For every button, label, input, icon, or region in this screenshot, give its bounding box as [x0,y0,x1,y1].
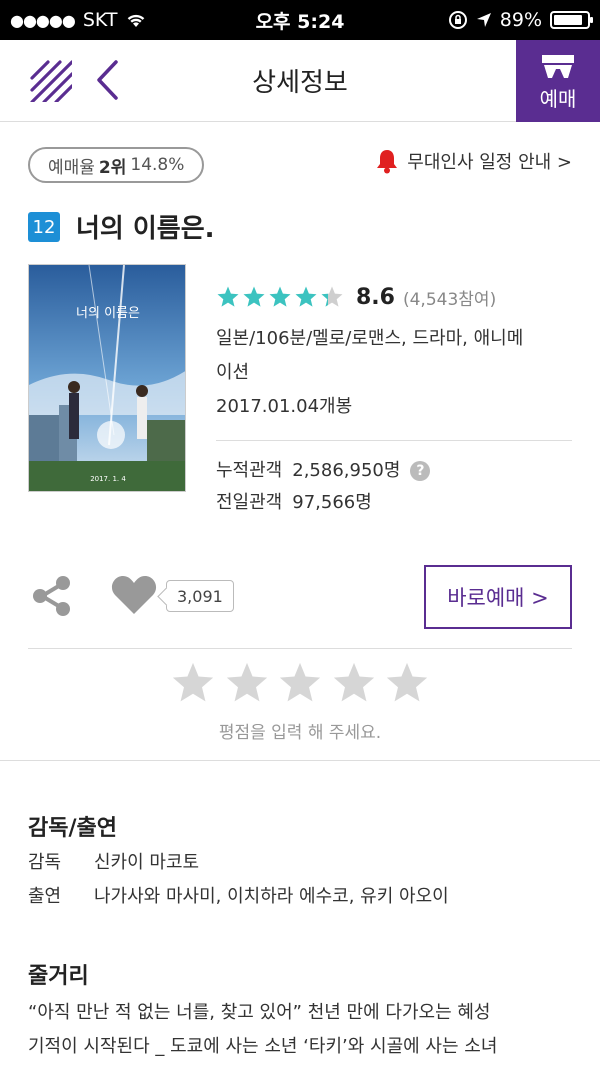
booking-rate-label: 예매율 [48,157,95,178]
rating-star-icon [269,286,291,307]
previous-day-value: 97,566명 [292,492,372,513]
director-row: 감독 신카이 마코토 [28,848,199,874]
details-divider [216,440,572,441]
rating-star-icon [217,286,239,307]
booking-rank: 2위 [98,157,127,178]
user-star-icon[interactable] [170,660,216,706]
status-right: 89% [448,9,593,31]
battery-icon [550,11,593,29]
cast-row: 출연 나가사와 마사미, 이치하라 에수코, 유키 아오이 [28,882,449,908]
genre-line-2: 이션 [216,362,250,383]
section-divider [0,760,600,761]
rating-star-icon [243,286,265,307]
heart-icon[interactable] [110,574,158,616]
rating-star-icon [295,286,317,307]
nav-bar: 상세정보 예매 [0,40,600,122]
rotation-lock-icon [448,11,467,29]
wifi-icon [128,14,145,27]
like-count: 3,091 [166,580,234,612]
stage-greeting-link[interactable]: 무대인사 일정 안내 > [375,148,572,174]
synopsis-line-1: “아직 만난 적 없는 너를, 찾고 있어” 천년 만에 다가오는 혜성 [28,1002,491,1023]
share-icon[interactable] [30,574,74,618]
booking-nav-label: 예매 [539,86,577,111]
rating-hint: 평점을 입력 해 주세요. [218,723,382,743]
rating-participants: (4,543참여) [402,289,497,310]
average-rating-stars [216,285,344,309]
cast-label: 출연 [28,886,62,907]
booking-rate-badge: 예매율 2위 14.8% [28,147,205,183]
genre-line-1: 일본/106분/멜로/로맨스, 드라마, 애니메 [216,328,524,349]
director-name: 신카이 마코토 [94,852,200,873]
rating-score: 8.6 [356,284,395,310]
synopsis-text: “아직 만난 적 없는 너를, 찾고 있어” 천년 만에 다가오는 혜성 기적이… [28,996,576,1064]
movie-poster[interactable]: 너의 이름은 2017. 1. 4 [28,264,186,492]
carrier-label: SKT [82,9,118,31]
age-rating-badge: 12 [28,212,60,242]
divider [28,648,572,649]
location-icon [476,13,491,27]
release-date: 2017.01.04개봉 [216,396,353,417]
status-left: ●●●●● SKT [10,9,147,31]
poster-date-text: 2017. 1. 4 [90,475,126,483]
cast-names: 나가사와 마사미, 이치하라 에수코, 유키 아오이 [94,886,449,907]
rating-row: 8.6 (4,543참여) [216,282,572,312]
movie-details: 8.6 (4,543참여) 일본/106분/멜로/로맨스, 드라마, 애니메 이… [216,282,572,519]
rating-star-icon [321,286,343,307]
poster-title-text: 너의 이름은 [76,306,140,321]
bell-icon [377,150,398,174]
stage-greeting-label: 무대인사 일정 안내 > [407,152,572,173]
cumulative-audience-row: 누적관객 2,586,950명 ? [216,455,572,487]
genre-info: 일본/106분/멜로/로맨스, 드라마, 애니메 이션 [216,322,572,390]
previous-day-audience-row: 전일관객 97,566명 [216,487,572,519]
ticket-icon [542,54,574,78]
synopsis-heading: 줄거리 [28,964,89,989]
poster-image: 너의 이름은 2017. 1. 4 [29,265,185,491]
signal-icon: ●●●●● [10,10,76,30]
user-rating-stars[interactable] [170,660,430,706]
booking-nav-button[interactable]: 예매 [516,40,600,122]
booking-rate-percent: 14.8% [130,155,185,175]
user-star-icon[interactable] [331,660,377,706]
battery-percent: 89% [499,9,542,31]
credits-heading: 감독/출연 [28,816,117,841]
previous-day-label: 전일관객 [216,492,283,513]
synopsis-line-2: 기적이 시작된다 _ 도쿄에 사는 소년 ‘타키’와 시골에 사는 소녀 [28,1036,498,1057]
user-star-icon[interactable] [384,660,430,706]
status-bar: ●●●●● SKT 오후 5:24 89% [0,0,600,40]
help-icon[interactable]: ? [410,461,431,481]
cumulative-label: 누적관객 [216,460,283,481]
director-label: 감독 [28,852,62,873]
page-title: 상세정보 [252,68,348,98]
user-star-icon[interactable] [277,660,323,706]
cumulative-value: 2,586,950명 [292,460,401,481]
movie-title: 너의 이름은. [76,214,215,244]
book-now-button[interactable]: 바로예매 > [424,565,572,629]
user-star-icon[interactable] [224,660,270,706]
